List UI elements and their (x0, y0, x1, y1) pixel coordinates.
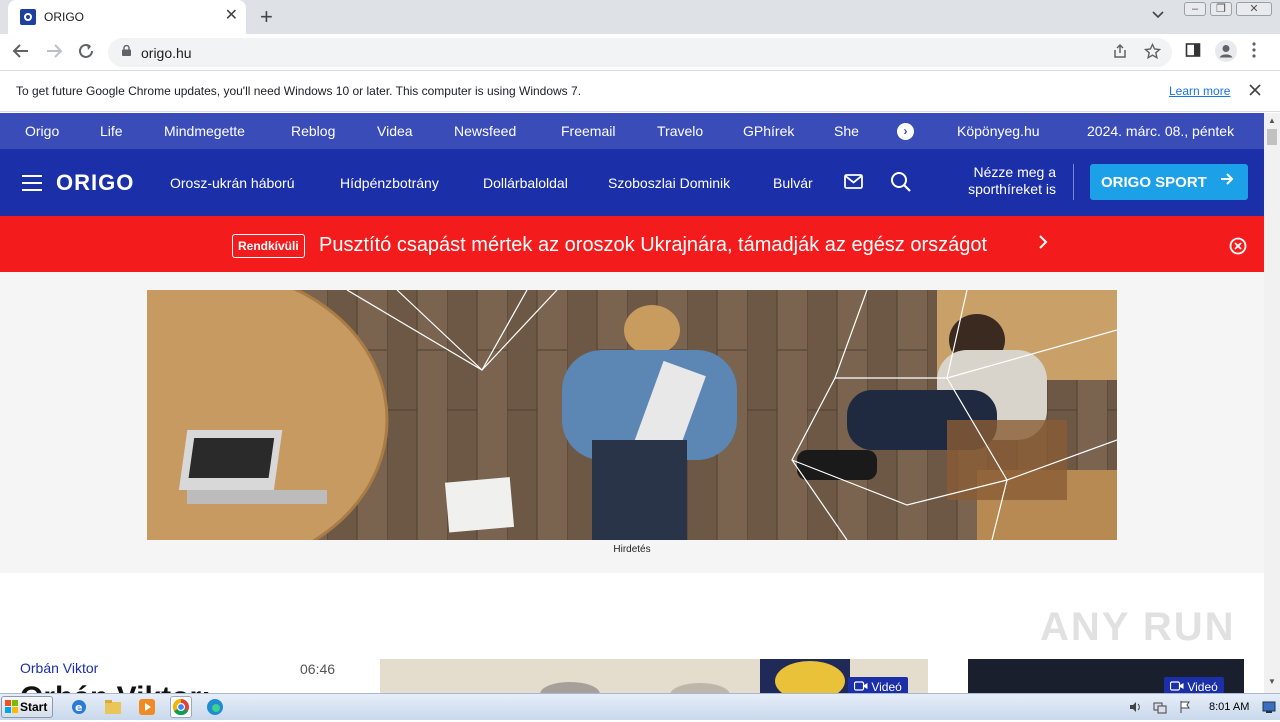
origo-sport-button[interactable]: ORIGO SPORT (1090, 164, 1248, 200)
show-desktop-icon[interactable] (1262, 700, 1276, 714)
network-topnav: Origo Life Mindmegette Reblog Videa News… (0, 113, 1264, 149)
topnav-she[interactable]: She (834, 123, 859, 139)
current-date: 2024. márc. 08., péntek (1087, 123, 1235, 139)
article-thumbnail-2[interactable]: Videó (968, 659, 1244, 693)
sport-promo-line-2: sporthíreket is (968, 181, 1056, 197)
nav-dollarbaloldal[interactable]: Dollárbaloldal (483, 175, 568, 191)
nav-szoboszlai-dominik[interactable]: Szoboszlai Dominik (608, 175, 730, 191)
topnav-freemail[interactable]: Freemail (561, 123, 615, 139)
topnav-reblog[interactable]: Reblog (291, 123, 335, 139)
ad-banner-image[interactable] (147, 290, 1117, 540)
browser-toolbar: origo.hu (0, 34, 1280, 71)
main-header: ORIGO Orosz-ukrán háború Hídpénzbotrány … (0, 149, 1264, 216)
network-icon[interactable] (1153, 700, 1167, 714)
scroll-down-arrow-icon[interactable]: ▼ (1268, 677, 1276, 686)
video-badge-label: Videó (871, 680, 902, 693)
bookmark-star-icon[interactable] (1143, 42, 1162, 64)
origo-sport-label: ORIGO SPORT (1101, 174, 1207, 191)
mail-icon[interactable] (844, 174, 863, 189)
start-label: Start (20, 700, 48, 714)
lock-icon (122, 45, 131, 56)
ad-label: Hirdetés (613, 544, 651, 555)
article-category[interactable]: Orbán Viktor (20, 660, 98, 676)
back-arrow-icon[interactable] (12, 42, 30, 64)
nav-orosz-ukran-haboru[interactable]: Orosz-ukrán háború (170, 175, 295, 191)
address-bar[interactable]: origo.hu (108, 38, 1172, 67)
topnav-next-arrow-icon[interactable]: › (897, 123, 914, 140)
infobar-close-icon[interactable] (1249, 81, 1261, 99)
topnav-kopönyeg[interactable]: Köpönyeg.hu (957, 123, 1040, 139)
update-infobar: To get future Google Chrome updates, you… (0, 72, 1280, 112)
topnav-travelo[interactable]: Travelo (657, 123, 703, 139)
topnav-videa[interactable]: Videa (377, 123, 413, 139)
start-button[interactable]: Start (1, 696, 53, 718)
infobar-message: To get future Google Chrome updates, you… (16, 84, 582, 98)
restore-button[interactable]: ❐ (1210, 2, 1232, 16)
sport-promo-text: Nézze meg a sporthíreket is (956, 164, 1056, 198)
article-time: 06:46 (300, 661, 336, 677)
chevron-right-icon (1038, 233, 1048, 256)
breaking-headline[interactable]: Pusztító csapást mértek az oroszok Ukraj… (319, 234, 987, 257)
windows-logo-icon (5, 700, 18, 713)
learn-more-link[interactable]: Learn more (1169, 84, 1230, 98)
url-text: origo.hu (141, 45, 192, 61)
tab-close-button[interactable]: ✕ (225, 8, 238, 24)
tab-search-chevron-icon[interactable] (1152, 8, 1164, 22)
video-badge: Videó (848, 677, 908, 693)
origo-logo[interactable]: ORIGO (56, 170, 134, 196)
breaking-news-bar[interactable]: Rendkívüli Pusztító csapást mértek az or… (0, 216, 1264, 272)
svg-text:e: e (75, 701, 82, 714)
header-divider (1073, 164, 1074, 200)
page-scrollbar[interactable]: ▲ ▼ (1264, 113, 1280, 693)
tab-origo[interactable]: ORIGO ✕ (8, 0, 246, 34)
volume-icon[interactable] (1128, 700, 1142, 714)
clock-time: 8:01 AM (1209, 701, 1250, 713)
video-camera-icon (853, 680, 871, 693)
scroll-up-arrow-icon[interactable]: ▲ (1268, 116, 1276, 125)
minimize-button[interactable]: – (1184, 2, 1206, 16)
article-title[interactable]: Orbán Viktor: (20, 681, 211, 693)
menu-kebab-icon[interactable] (1252, 42, 1256, 62)
internet-explorer-icon[interactable]: e (70, 698, 88, 716)
arrow-right-icon (1220, 172, 1234, 191)
ad-container: Hirdetés (0, 272, 1264, 573)
video-badge-2: Videó (1164, 677, 1224, 693)
edge-icon[interactable] (206, 698, 224, 716)
tab-title: ORIGO (44, 10, 85, 24)
topnav-gphirek[interactable]: GPhírek (743, 123, 794, 139)
breaking-badge: Rendkívüli (232, 234, 305, 258)
share-icon[interactable] (1112, 43, 1128, 63)
file-explorer-icon[interactable] (104, 698, 122, 716)
close-window-button[interactable]: ✕ (1236, 2, 1272, 16)
search-icon[interactable] (890, 171, 912, 193)
sport-promo-line-1: Nézze meg a (973, 164, 1056, 180)
topnav-origo[interactable]: Origo (25, 123, 59, 139)
action-center-flag-icon[interactable] (1178, 700, 1192, 714)
windows-taskbar: Start e 8:01 AM (0, 693, 1280, 720)
chrome-icon[interactable] (170, 696, 192, 718)
nav-hidpenzbotrany[interactable]: Hídpénzbotrány (340, 175, 439, 191)
forward-arrow-icon[interactable] (45, 42, 63, 64)
new-tab-button[interactable]: + (260, 6, 273, 28)
nav-bulvar[interactable]: Bulvár (773, 175, 813, 191)
hamburger-menu-icon[interactable] (22, 175, 42, 191)
media-player-icon[interactable] (138, 698, 156, 716)
topnav-mindmegette[interactable]: Mindmegette (164, 123, 245, 139)
topnav-life[interactable]: Life (100, 123, 123, 139)
article-thumbnail[interactable]: Videó (380, 659, 928, 693)
profile-avatar-icon[interactable] (1215, 40, 1237, 66)
anyrun-watermark: ANY RUN (1040, 605, 1236, 649)
side-panel-icon[interactable] (1185, 42, 1201, 62)
video-badge-label-2: Videó (1187, 680, 1218, 693)
close-circle-icon[interactable] (1229, 237, 1247, 255)
tab-strip: ORIGO ✕ + – ❐ ✕ (0, 0, 1280, 34)
topnav-newsfeed[interactable]: Newsfeed (454, 123, 516, 139)
video-camera-icon (1169, 680, 1187, 693)
reload-icon[interactable] (77, 42, 95, 64)
scroll-thumb[interactable] (1267, 129, 1277, 145)
origo-favicon-icon (20, 9, 36, 25)
